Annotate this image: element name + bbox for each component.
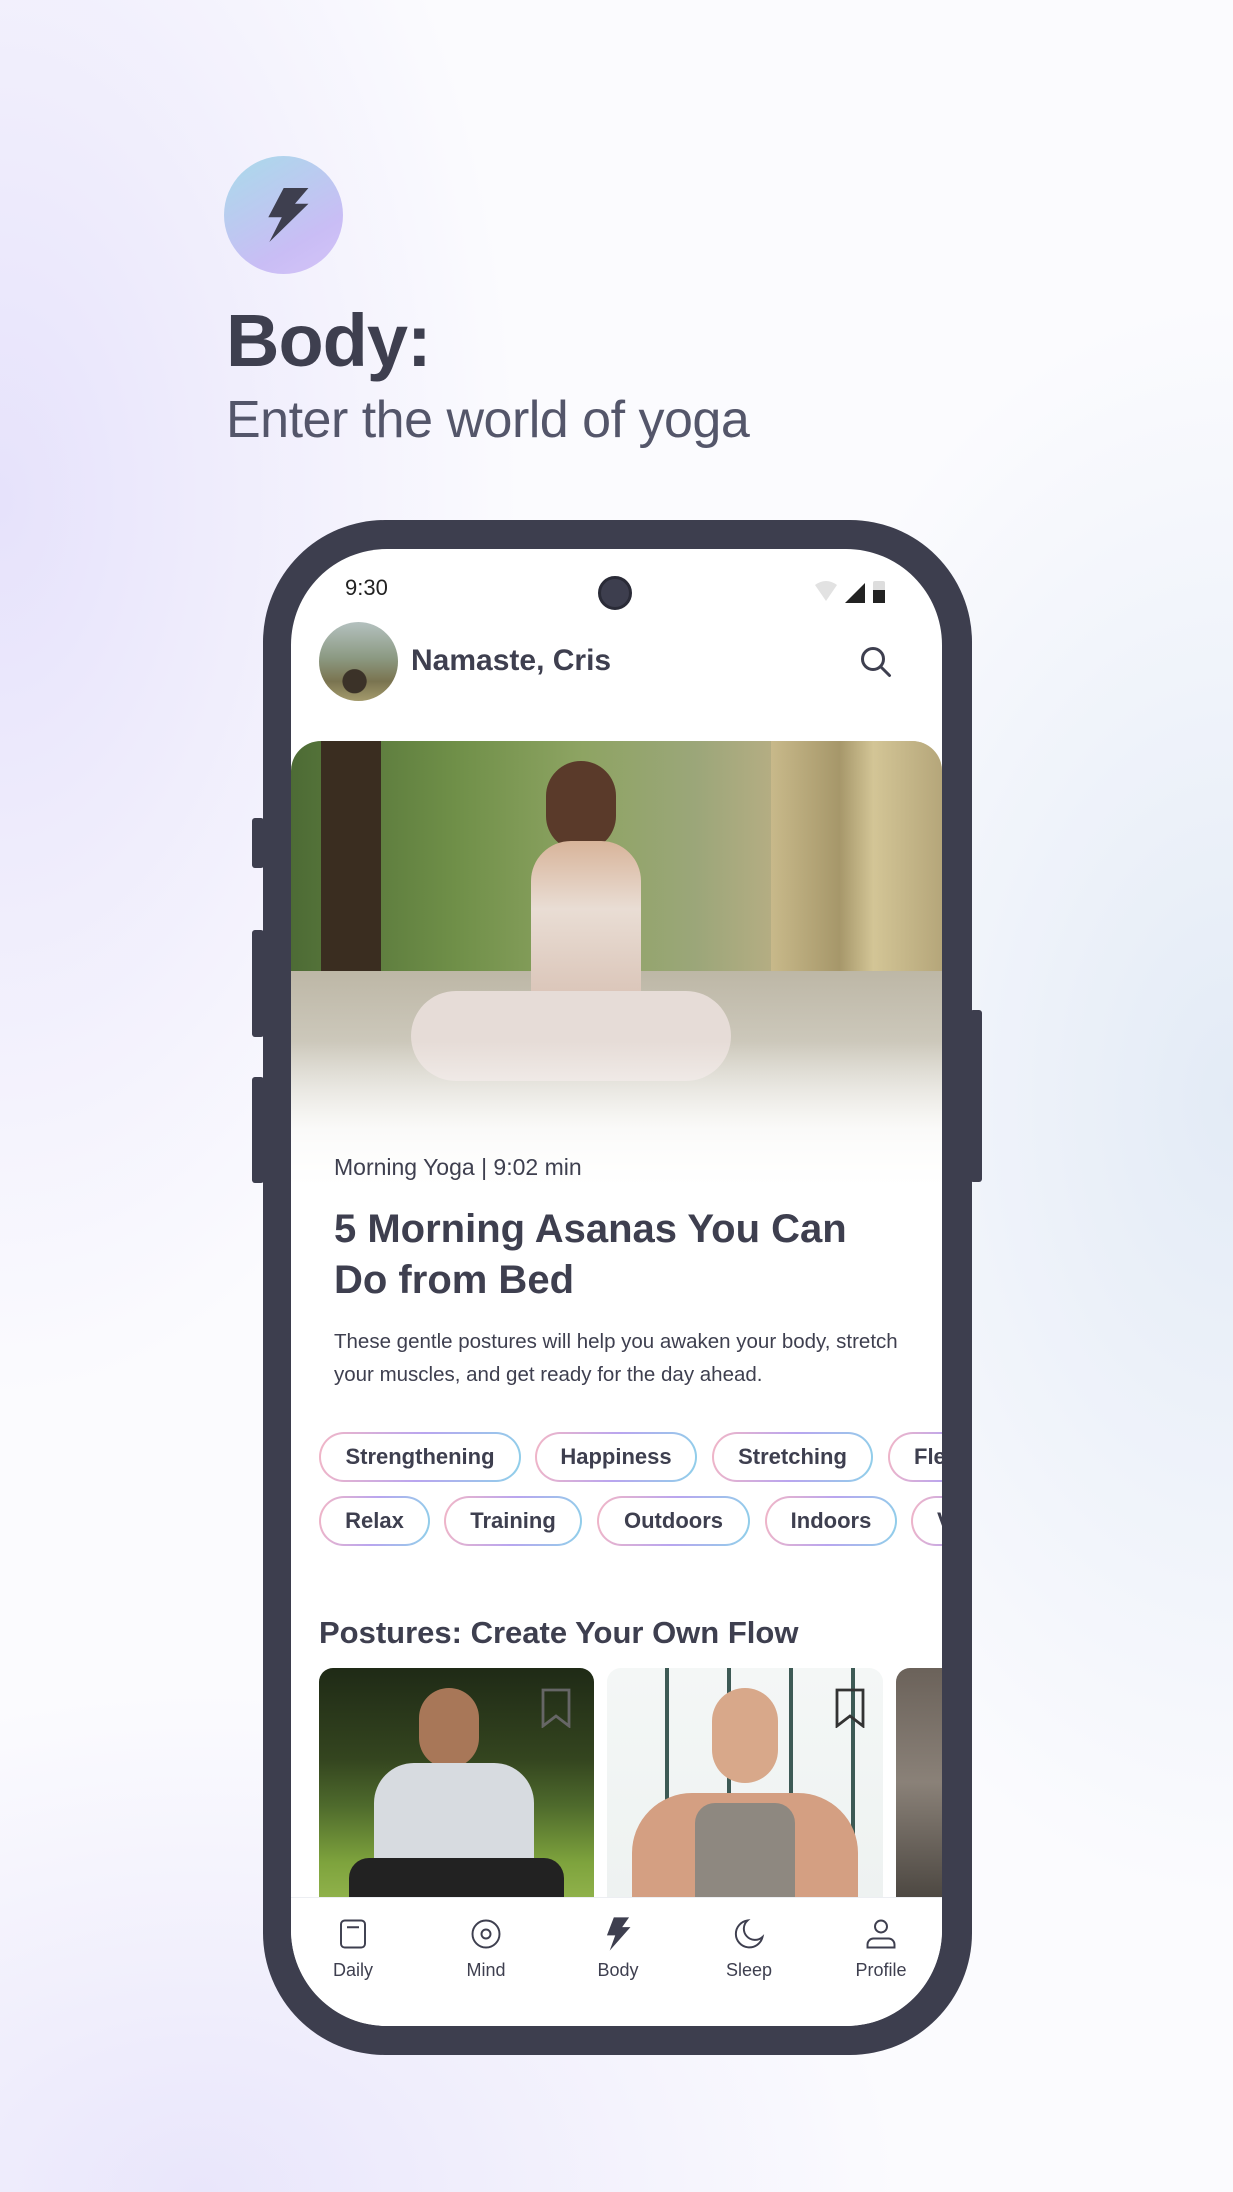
target-icon bbox=[471, 1919, 501, 1949]
nav-label: Sleep bbox=[725, 1960, 773, 1980]
battery-icon bbox=[873, 581, 885, 603]
tag-chip[interactable]: Stretching bbox=[712, 1432, 873, 1482]
lightning-bolt-icon bbox=[606, 1917, 631, 1951]
nav-label: Mind bbox=[466, 1960, 506, 1980]
featured-meta: Morning Yoga | 9:02 min bbox=[334, 1154, 582, 1180]
page-subtitle: Enter the world of yoga bbox=[226, 391, 750, 449]
status-time: 9:30 bbox=[345, 575, 388, 600]
nav-body[interactable]: Body bbox=[553, 1898, 683, 2026]
search-icon[interactable] bbox=[858, 644, 894, 680]
wifi-icon bbox=[815, 581, 837, 601]
tag-chip[interactable]: Indoors bbox=[765, 1496, 897, 1546]
page-title: Body: bbox=[226, 299, 432, 382]
bookmark-icon[interactable] bbox=[541, 1688, 571, 1728]
person-head bbox=[546, 761, 616, 851]
nav-label: Daily bbox=[332, 1960, 373, 1980]
phone-button bbox=[970, 1010, 982, 1182]
posture-card[interactable] bbox=[319, 1668, 594, 1897]
person-torso bbox=[374, 1763, 534, 1873]
person-legs bbox=[349, 1858, 564, 1897]
featured-description: These gentle postures will help you awak… bbox=[334, 1330, 898, 1386]
tag-chip[interactable]: Fle bbox=[888, 1432, 942, 1482]
status-icons bbox=[815, 581, 885, 603]
signal-icon bbox=[845, 583, 865, 603]
posture-card[interactable] bbox=[607, 1668, 883, 1897]
phone-button bbox=[252, 930, 264, 1037]
tag-chip[interactable]: V bbox=[911, 1496, 942, 1546]
nav-profile[interactable]: Profile bbox=[816, 1898, 942, 2026]
phone-button bbox=[252, 818, 264, 868]
avatar[interactable] bbox=[319, 622, 398, 701]
tag-chip[interactable]: Outdoors bbox=[597, 1496, 750, 1546]
moon-icon bbox=[734, 1919, 765, 1949]
featured-title[interactable]: 5 Morning Asanas You Can Do from Bed bbox=[334, 1204, 894, 1306]
lightning-bolt-icon bbox=[267, 188, 308, 242]
person-top bbox=[695, 1803, 795, 1897]
person-icon bbox=[866, 1919, 896, 1949]
nav-sleep[interactable]: Sleep bbox=[684, 1898, 814, 2026]
tree-trunk bbox=[321, 741, 381, 991]
camera-cutout bbox=[598, 576, 632, 610]
section-title: Postures: Create Your Own Flow bbox=[319, 1615, 799, 1650]
calendar-icon bbox=[340, 1919, 366, 1949]
nav-label: Profile bbox=[855, 1960, 907, 1980]
tag-chip[interactable]: Relax bbox=[319, 1496, 430, 1546]
person-head bbox=[712, 1688, 778, 1783]
person-torso bbox=[531, 841, 641, 1011]
person-head bbox=[419, 1688, 479, 1768]
building bbox=[771, 741, 942, 1001]
greeting: Namaste, Cris bbox=[411, 644, 612, 677]
tag-chip[interactable]: Training bbox=[444, 1496, 582, 1546]
bookmark-icon[interactable] bbox=[835, 1688, 865, 1728]
tag-chip[interactable]: Happiness bbox=[535, 1432, 697, 1482]
nav-mind[interactable]: Mind bbox=[421, 1898, 551, 2026]
posture-card[interactable] bbox=[896, 1668, 942, 1897]
phone-screen: 9:30 Namaste, Cris Morning Yoga | 9:02 m… bbox=[291, 549, 942, 2026]
tag-chip[interactable]: Strengthening bbox=[319, 1432, 521, 1482]
phone-button bbox=[252, 1077, 264, 1183]
nav-daily[interactable]: Daily bbox=[291, 1898, 418, 2026]
nav-label: Body bbox=[597, 1960, 639, 1980]
featured-image[interactable] bbox=[291, 741, 942, 1188]
body-badge bbox=[224, 156, 343, 274]
